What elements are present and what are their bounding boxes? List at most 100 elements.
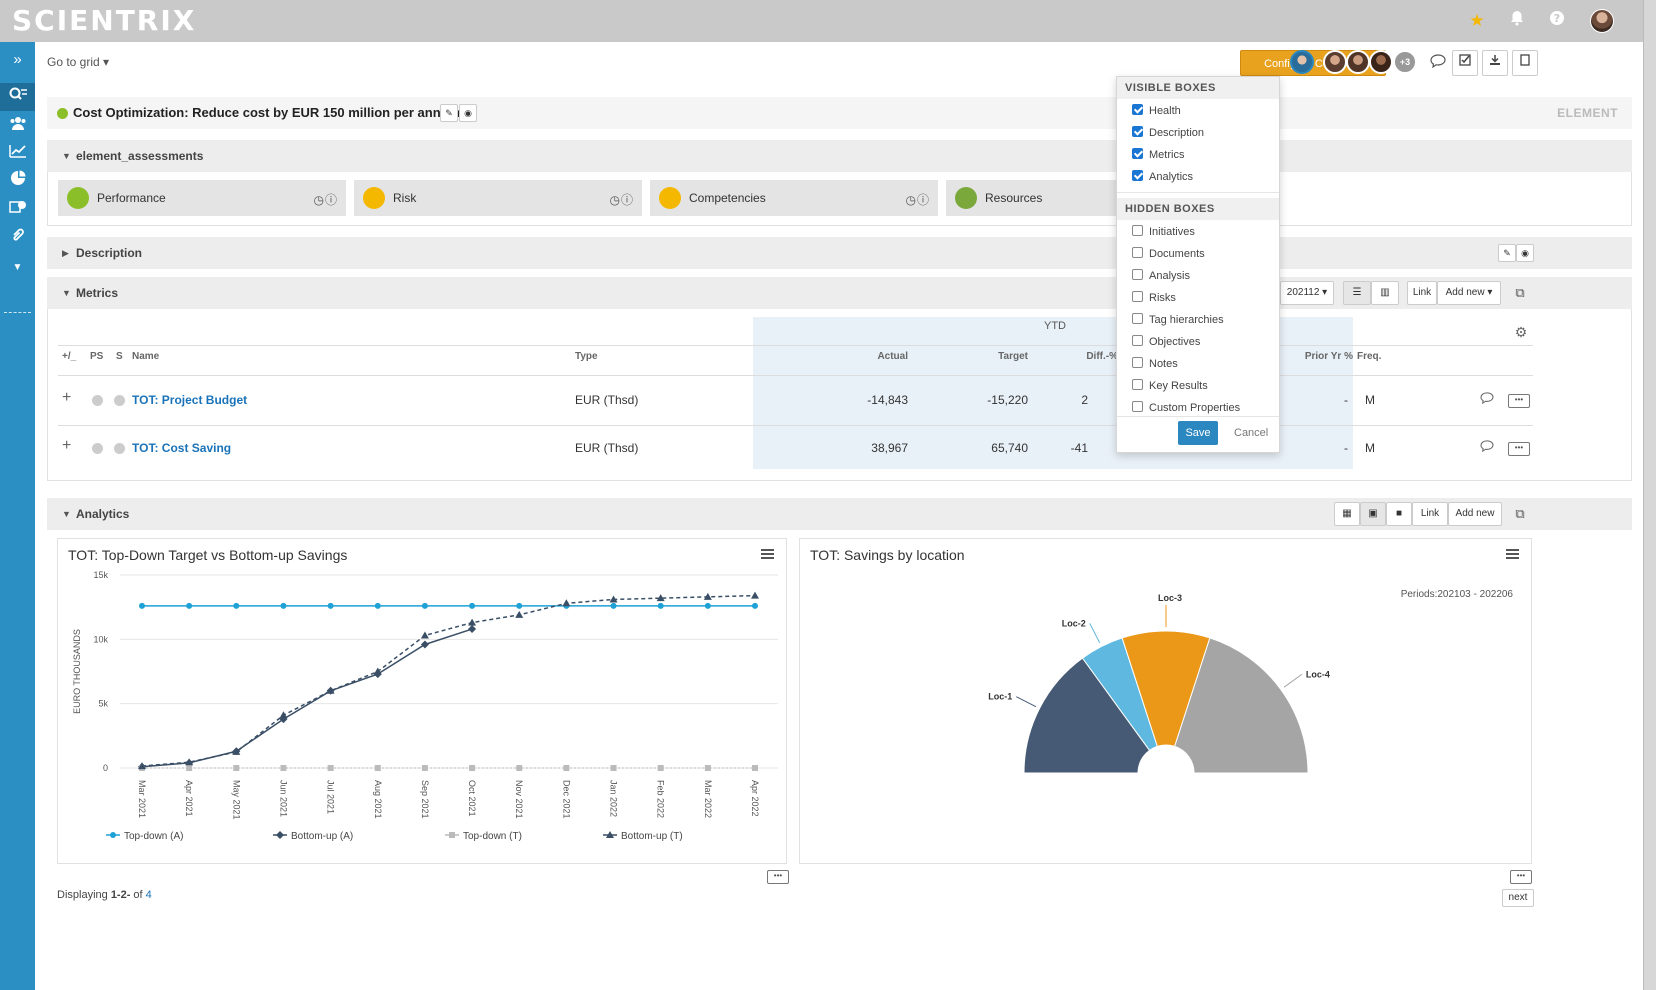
- visible-box-metrics[interactable]: Metrics: [1132, 148, 1184, 161]
- history-help-icons[interactable]: ◷ⓘ: [314, 191, 338, 208]
- checkbox-checked-icon[interactable]: [1132, 104, 1143, 115]
- comment-icon[interactable]: [1427, 52, 1449, 74]
- checkbox-unchecked-icon[interactable]: [1132, 269, 1143, 280]
- chart-view-button[interactable]: ▥: [1371, 281, 1399, 305]
- pagination-total-link[interactable]: 4: [146, 889, 152, 901]
- description-section-header[interactable]: ▶ Description ✎ ◉: [47, 237, 1632, 269]
- history-help-icons[interactable]: ◷ⓘ: [610, 191, 634, 208]
- col-prior-year[interactable]: Prior Yr %: [1283, 351, 1353, 362]
- col-target[interactable]: Target: [958, 351, 1028, 362]
- cancel-button[interactable]: Cancel: [1234, 427, 1268, 439]
- users-icon[interactable]: [0, 112, 35, 140]
- bell-icon[interactable]: [1506, 10, 1528, 32]
- save-button[interactable]: Save: [1178, 421, 1218, 445]
- single-view-button[interactable]: ■: [1386, 502, 1412, 526]
- approve-button[interactable]: [1452, 50, 1478, 76]
- edit-description-button[interactable]: ✎: [1498, 244, 1516, 262]
- period-select[interactable]: 202112 ▾: [1280, 281, 1334, 305]
- comment-icon[interactable]: [1476, 437, 1498, 459]
- checkbox-unchecked-icon[interactable]: [1132, 313, 1143, 324]
- col-frequency[interactable]: Freq.: [1357, 351, 1381, 362]
- col-type[interactable]: Type: [575, 351, 598, 362]
- search-elements-icon[interactable]: [0, 83, 35, 111]
- list-view-button[interactable]: ☰: [1343, 281, 1371, 305]
- visible-box-health[interactable]: Health: [1132, 104, 1181, 117]
- visible-box-description[interactable]: Description: [1132, 126, 1204, 139]
- user-avatar[interactable]: [1323, 50, 1347, 74]
- external-link-icon[interactable]: ⧉: [1509, 282, 1531, 304]
- help-icon[interactable]: ?: [1546, 10, 1568, 32]
- analytics-link-button[interactable]: Link: [1412, 502, 1448, 526]
- view-description-button[interactable]: ◉: [1516, 244, 1534, 262]
- checkbox-unchecked-icon[interactable]: [1132, 247, 1143, 258]
- x-tick-label: Sep 2021: [420, 780, 430, 819]
- more-users-badge[interactable]: +3: [1393, 50, 1417, 74]
- checkbox-unchecked-icon[interactable]: [1132, 401, 1143, 412]
- checkbox-unchecked-icon[interactable]: [1132, 291, 1143, 302]
- edit-title-button[interactable]: ✎: [440, 104, 458, 122]
- hidden-box-objectives[interactable]: Objectives: [1132, 335, 1200, 348]
- col-expand-toggle[interactable]: +/_: [62, 351, 76, 362]
- bookmark-button[interactable]: [1512, 50, 1538, 76]
- external-link-icon[interactable]: ⧉: [1509, 503, 1531, 525]
- col-name[interactable]: Name: [132, 351, 159, 362]
- kpi-target-icon[interactable]: [0, 196, 35, 224]
- visible-box-analytics[interactable]: Analytics: [1132, 170, 1193, 183]
- metric-name-link[interactable]: TOT: Cost Saving: [132, 441, 231, 455]
- grid-3x3-view-button[interactable]: ▦: [1334, 502, 1360, 526]
- col-actual[interactable]: Actual: [838, 351, 908, 362]
- assessments-section-header[interactable]: ▼ element_assessments: [47, 140, 1632, 172]
- hidden-box-key-results[interactable]: Key Results: [1132, 379, 1208, 392]
- user-avatar[interactable]: [1369, 50, 1393, 74]
- pie-chart-icon[interactable]: [0, 168, 35, 196]
- go-to-grid-link[interactable]: Go to grid ▾: [47, 55, 109, 69]
- metrics-link-button[interactable]: Link: [1407, 281, 1437, 305]
- owner-avatar[interactable]: [1290, 50, 1314, 74]
- hidden-box-custom-properties[interactable]: Custom Properties: [1132, 401, 1240, 414]
- checkbox-unchecked-icon[interactable]: [1132, 379, 1143, 390]
- checkbox-unchecked-icon[interactable]: [1132, 357, 1143, 368]
- analytics-section-header[interactable]: ▼ Analytics ▦ ▣ ■ Link Add new ⧉: [47, 498, 1632, 530]
- hidden-box-risks[interactable]: Risks: [1132, 291, 1176, 304]
- assessment-performance[interactable]: Performance ◷ⓘ: [58, 180, 346, 216]
- hidden-box-documents[interactable]: Documents: [1132, 247, 1205, 260]
- assessment-risk[interactable]: Risk ◷ⓘ: [354, 180, 642, 216]
- col-diff[interactable]: Diff.-%: [1058, 351, 1118, 362]
- chart-more-button[interactable]: •••: [767, 870, 789, 884]
- grid-2x2-view-button[interactable]: ▣: [1360, 502, 1386, 526]
- next-page-button[interactable]: next: [1502, 889, 1534, 907]
- metrics-section-header[interactable]: ▼ Metrics 202112 ▾ ☰ ▥ Link Add new ▾ ⧉: [47, 277, 1632, 309]
- hidden-box-analysis[interactable]: Analysis: [1132, 269, 1190, 282]
- hidden-box-tag-hierarchies[interactable]: Tag hierarchies: [1132, 313, 1224, 326]
- history-help-icons[interactable]: ◷ⓘ: [906, 191, 930, 208]
- checkbox-checked-icon[interactable]: [1132, 170, 1143, 181]
- table-settings-icon[interactable]: ⚙: [1510, 321, 1532, 343]
- star-icon[interactable]: ★: [1466, 10, 1488, 32]
- line-chart-icon[interactable]: [0, 140, 35, 168]
- paperclip-icon[interactable]: [0, 224, 35, 252]
- expand-sidebar-icon[interactable]: »: [0, 46, 35, 74]
- row-more-button[interactable]: •••: [1508, 442, 1530, 456]
- checkbox-checked-icon[interactable]: [1132, 126, 1143, 137]
- expand-row-icon[interactable]: +: [62, 437, 71, 455]
- hidden-box-notes[interactable]: Notes: [1132, 357, 1178, 370]
- metrics-add-new-button[interactable]: Add new ▾: [1437, 281, 1501, 305]
- row-more-button[interactable]: •••: [1508, 394, 1530, 408]
- view-details-button[interactable]: ◉: [459, 104, 477, 122]
- assessment-competencies[interactable]: Competencies ◷ⓘ: [650, 180, 938, 216]
- user-avatar[interactable]: [1346, 50, 1370, 74]
- metric-name-link[interactable]: TOT: Project Budget: [132, 393, 247, 407]
- hidden-box-initiatives[interactable]: Initiatives: [1132, 225, 1195, 238]
- chevron-down-icon[interactable]: ▼: [0, 254, 35, 282]
- caret-right-icon: ▶: [62, 248, 69, 258]
- checkbox-checked-icon[interactable]: [1132, 148, 1143, 159]
- user-avatar[interactable]: [1590, 9, 1614, 33]
- expand-row-icon[interactable]: +: [62, 389, 71, 407]
- chart-more-button[interactable]: •••: [1510, 870, 1532, 884]
- comment-icon[interactable]: [1476, 389, 1498, 411]
- download-button[interactable]: [1482, 50, 1508, 76]
- checkbox-unchecked-icon[interactable]: [1132, 225, 1143, 236]
- analytics-add-new-button[interactable]: Add new: [1448, 502, 1502, 526]
- checkbox-unchecked-icon[interactable]: [1132, 335, 1143, 346]
- page-scrollbar[interactable]: [1643, 0, 1656, 990]
